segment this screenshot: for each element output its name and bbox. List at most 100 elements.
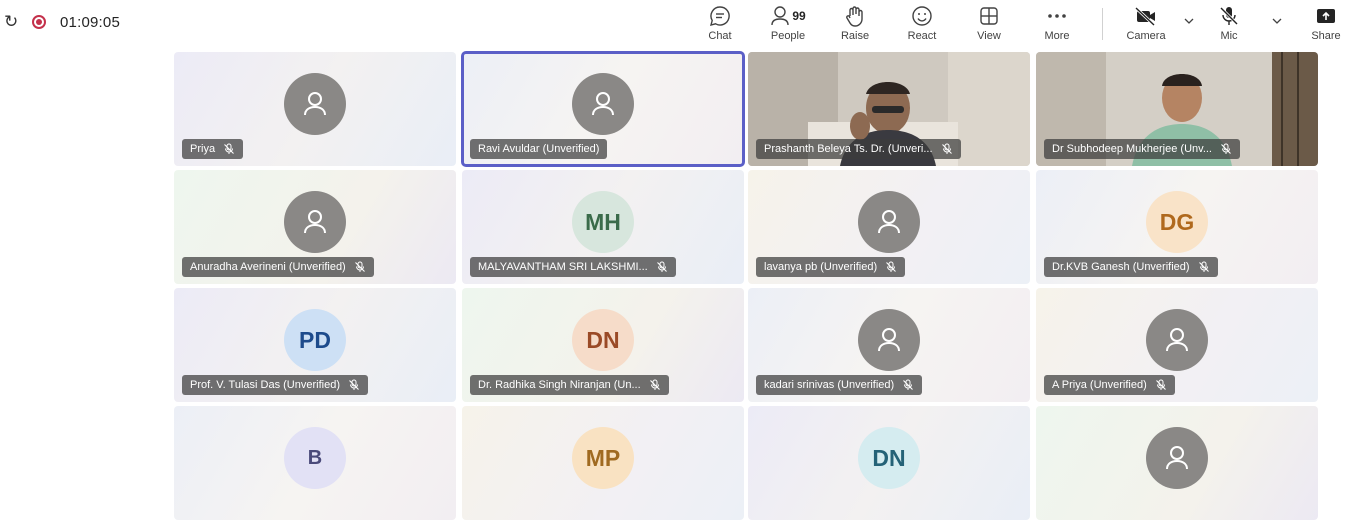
meeting-timer: 01:09:05 (60, 13, 120, 31)
meeting-toolbar: ↻ 01:09:05 Chat 99 People Raise React Vi… (0, 0, 1352, 50)
participant-name-tag: Dr.KVB Ganesh (Unverified) (1044, 257, 1218, 277)
people-count: 99 (792, 9, 806, 23)
more-label: More (1044, 30, 1070, 42)
participant-name-tag: Ravi Avuldar (Unverified) (470, 139, 608, 159)
participant-name-tag: Prof. V. Tulasi Das (Unverified) (182, 375, 368, 395)
mic-muted-icon (354, 261, 365, 272)
people-label: People (770, 30, 806, 42)
initials-avatar: DG (1146, 191, 1208, 253)
participant-name-tag: Priya (182, 139, 244, 159)
participant-name: Ravi Avuldar (Unverified) (478, 143, 600, 155)
participant-name-tag: Anuradha Averineni (Unverified) (182, 257, 374, 277)
participant-tile[interactable]: lavanya pb (Unverified) (748, 170, 1030, 284)
participant-name-tag: A Priya (Unverified) (1044, 375, 1175, 395)
chat-button[interactable]: Chat (693, 4, 747, 46)
smiley-icon (911, 4, 933, 28)
mic-button[interactable]: Mic (1202, 4, 1256, 46)
chat-label: Chat (708, 30, 732, 42)
initials-avatar: B (284, 427, 346, 489)
participant-tile[interactable]: DN Dr. Radhika Singh Niranjan (Un... (462, 288, 744, 402)
person-icon (284, 191, 346, 253)
more-button[interactable]: More (1030, 4, 1084, 46)
participant-tile[interactable]: PD Prof. V. Tulasi Das (Unverified) (174, 288, 456, 402)
view-label: View (977, 30, 1001, 42)
back-arrow-icon[interactable]: ↻ (4, 12, 18, 32)
participant-tile[interactable]: DN (748, 406, 1030, 520)
grid-view-icon (979, 4, 999, 28)
share-label: Share (1311, 30, 1341, 42)
mic-muted-icon (656, 261, 667, 272)
mic-muted-icon (1198, 261, 1209, 272)
participant-name-tag: Dr Subhodeep Mukherjee (Unv... (1044, 139, 1240, 159)
camera-label: Camera (1126, 30, 1166, 42)
camera-off-icon (1134, 4, 1158, 28)
participant-name: Dr.KVB Ganesh (Unverified) (1052, 261, 1190, 273)
recording-icon (32, 15, 46, 29)
mic-muted-icon (349, 379, 359, 390)
view-button[interactable]: View (962, 4, 1016, 46)
camera-button[interactable]: Camera (1116, 4, 1176, 46)
mic-muted-icon (649, 379, 660, 390)
mic-muted-icon (941, 143, 952, 154)
mic-options-chevron-down-icon[interactable] (1270, 14, 1284, 28)
participant-name-tag: MALYAVANTHAM SRI LAKSHMI... (470, 257, 676, 277)
participant-name: kadari srinivas (Unverified) (764, 379, 895, 391)
participant-name: Priya (190, 143, 216, 155)
participant-name: Prof. V. Tulasi Das (Unverified) (190, 379, 340, 391)
share-button[interactable]: Share (1300, 4, 1352, 46)
mic-off-icon (1218, 4, 1240, 28)
participant-name-tag: kadari srinivas (Unverified) (756, 375, 923, 395)
participant-name-tag: Prashanth Beleya Ts. Dr. (Unveri... (756, 139, 961, 159)
raise-hand-button[interactable]: Raise (828, 4, 882, 46)
people-button[interactable]: 99 People (758, 4, 818, 46)
participant-tile[interactable]: A Priya (Unverified) (1036, 288, 1318, 402)
participant-tile[interactable]: MH MALYAVANTHAM SRI LAKSHMI... (462, 170, 744, 284)
participant-tile[interactable]: Dr Subhodeep Mukherjee (Unv... (1036, 52, 1318, 166)
raise-label: Raise (840, 30, 870, 42)
participant-name: lavanya pb (Unverified) (764, 261, 878, 273)
participant-name: Anuradha Averineni (Unverified) (190, 261, 346, 273)
mic-muted-icon (1221, 143, 1231, 154)
mic-muted-icon (224, 143, 234, 154)
people-icon: 99 (770, 4, 806, 28)
more-dots-icon (1046, 4, 1068, 28)
participant-tile[interactable]: DG Dr.KVB Ganesh (Unverified) (1036, 170, 1318, 284)
participant-name: Prashanth Beleya Ts. Dr. (Unveri... (764, 143, 933, 155)
participant-tile[interactable]: Prashanth Beleya Ts. Dr. (Unveri... (748, 52, 1030, 166)
mic-muted-icon (886, 261, 897, 272)
participant-name: A Priya (Unverified) (1052, 379, 1147, 391)
participant-tile[interactable]: Ravi Avuldar (Unverified) (461, 51, 745, 167)
participant-name: Dr Subhodeep Mukherjee (Unv... (1052, 143, 1212, 155)
react-label: React (907, 30, 937, 42)
person-icon (572, 73, 634, 135)
initials-avatar: DN (572, 309, 634, 371)
initials-avatar: DN (858, 427, 920, 489)
participant-name: Dr. Radhika Singh Niranjan (Un... (478, 379, 641, 391)
participant-tile[interactable]: B (174, 406, 456, 520)
participant-name: MALYAVANTHAM SRI LAKSHMI... (478, 261, 648, 273)
participant-tile[interactable]: Anuradha Averineni (Unverified) (174, 170, 456, 284)
chat-icon (709, 4, 731, 28)
participant-tile[interactable] (1036, 406, 1318, 520)
react-button[interactable]: React (895, 4, 949, 46)
participant-name-tag: Dr. Radhika Singh Niranjan (Un... (470, 375, 669, 395)
person-icon (1146, 309, 1208, 371)
person-icon (1146, 427, 1208, 489)
participant-tile[interactable]: kadari srinivas (Unverified) (748, 288, 1030, 402)
person-icon (858, 309, 920, 371)
participant-tile[interactable]: Priya (174, 52, 456, 166)
person-icon (858, 191, 920, 253)
initials-avatar: PD (284, 309, 346, 371)
participant-tile[interactable]: MP (462, 406, 744, 520)
mic-muted-icon (903, 379, 914, 390)
person-icon (284, 73, 346, 135)
initials-avatar: MH (572, 191, 634, 253)
share-icon (1316, 4, 1336, 28)
mic-muted-icon (1155, 379, 1166, 390)
recording-area: ↻ 01:09:05 (4, 12, 120, 32)
mic-label: Mic (1220, 30, 1238, 42)
hand-icon (844, 4, 866, 28)
camera-options-chevron-down-icon[interactable] (1182, 14, 1196, 28)
toolbar-divider (1102, 8, 1103, 40)
initials-avatar: MP (572, 427, 634, 489)
